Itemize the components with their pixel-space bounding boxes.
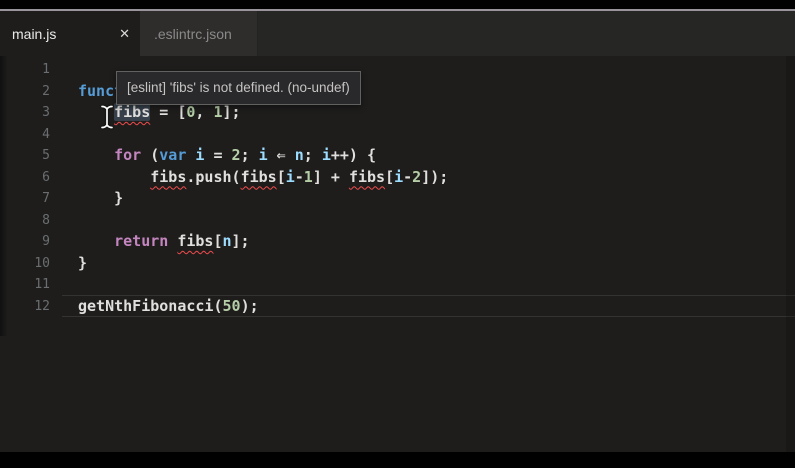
tab-main-js[interactable]: main.js ✕ <box>0 11 140 56</box>
code-token: getNthFibonacci( <box>78 297 223 315</box>
tab-label: .eslintrc.json <box>154 26 232 42</box>
code-token: 1 <box>213 103 222 121</box>
code-token: ]; <box>223 103 241 121</box>
code-token: 50 <box>223 297 241 315</box>
code-token: = [ <box>150 103 186 121</box>
code-line[interactable] <box>78 210 795 232</box>
code-token: [ <box>385 168 394 186</box>
code-token: ]); <box>421 168 448 186</box>
code-line[interactable]: } <box>78 253 795 275</box>
error-token: fibs <box>150 168 186 186</box>
error-token: fibs <box>177 232 213 250</box>
code-token: 2 <box>232 146 241 164</box>
editor-tab-bar: main.js ✕ .eslintrc.json <box>0 11 795 56</box>
error-token: fibs <box>349 168 385 186</box>
code-token: i <box>286 168 295 186</box>
code-token: 2 <box>412 168 421 186</box>
error-token: fibs <box>241 168 277 186</box>
code-token: ); <box>241 297 259 315</box>
eslint-error-tooltip: [eslint] 'fibs' is not defined. (no-unde… <box>116 71 361 105</box>
code-token <box>78 232 114 250</box>
code-token <box>78 146 114 164</box>
bottom-black-bar <box>0 452 795 468</box>
code-token: ]; <box>232 232 250 250</box>
tab-eslintrc-json[interactable]: .eslintrc.json <box>140 11 258 56</box>
code-token: var <box>159 146 186 164</box>
code-token <box>78 168 150 186</box>
code-token: for <box>114 146 141 164</box>
code-line[interactable]: } <box>78 188 795 210</box>
code-token: n <box>295 146 304 164</box>
code-token: = <box>204 146 231 164</box>
code-token: ; <box>241 146 259 164</box>
code-token: return <box>114 232 168 250</box>
code-token: ( <box>141 146 159 164</box>
vscode-window: main.js ✕ .eslintrc.json 123456789101112… <box>0 0 795 468</box>
editor[interactable]: 123456789101112 function getNthFibonacci… <box>0 56 795 452</box>
close-icon[interactable]: ✕ <box>119 27 130 40</box>
error-token: fibs <box>114 103 150 121</box>
code-token: } <box>78 189 123 207</box>
code-token: [ <box>213 232 222 250</box>
code-token: 1 <box>304 168 313 186</box>
code-token: i <box>394 168 403 186</box>
code-token: - <box>295 168 304 186</box>
code-token: , <box>195 103 213 121</box>
code-token: [ <box>277 168 286 186</box>
code-token: i <box>322 146 331 164</box>
code-token: ++) { <box>331 146 376 164</box>
code-line[interactable]: getNthFibonacci(50); <box>78 296 795 318</box>
right-edge-shadow <box>786 56 795 452</box>
code-line[interactable]: for (var i = 2; i ⇐ n; i++) { <box>78 145 795 167</box>
top-black-bar <box>0 0 795 9</box>
code-token: ; <box>304 146 322 164</box>
code-line[interactable] <box>78 124 795 146</box>
code-token: n <box>223 232 232 250</box>
code-token: ] + <box>313 168 349 186</box>
tooltip-text: [eslint] 'fibs' is not defined. (no-unde… <box>127 80 350 95</box>
tab-label: main.js <box>12 26 56 42</box>
code-token: i <box>259 146 268 164</box>
code-line[interactable]: fibs.push(fibs[i-1] + fibs[i-2]); <box>78 167 795 189</box>
code-token <box>168 232 177 250</box>
left-edge-shadow <box>0 56 8 336</box>
code-line[interactable]: return fibs[n]; <box>78 231 795 253</box>
code-token: ⇐ <box>268 146 295 164</box>
code-line[interactable] <box>78 274 795 296</box>
code-token: .push( <box>186 168 240 186</box>
code-line[interactable]: fibs = [0, 1]; <box>78 102 795 124</box>
ibeam-cursor <box>99 104 115 130</box>
code-token: - <box>403 168 412 186</box>
code-token: } <box>78 254 87 272</box>
